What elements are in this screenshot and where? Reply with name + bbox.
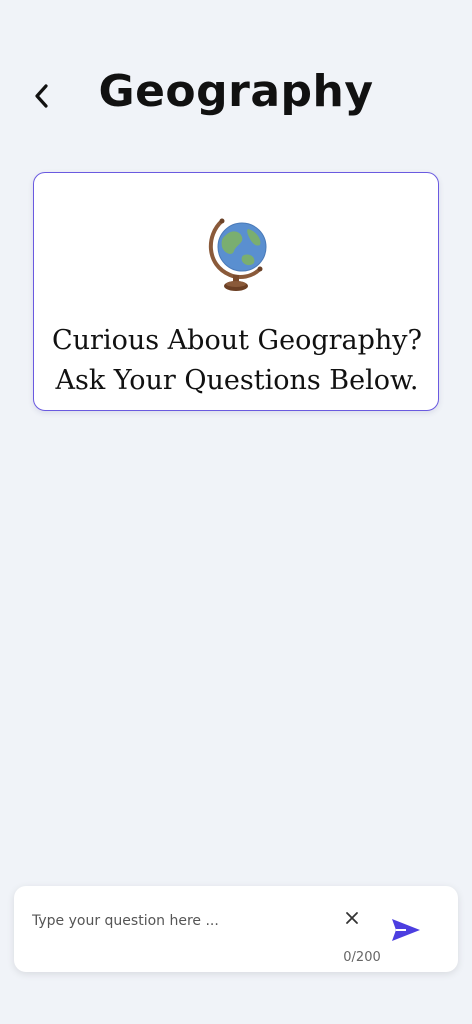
- question-composer: 0/200: [14, 886, 458, 972]
- question-input[interactable]: [32, 908, 332, 934]
- clear-button[interactable]: [340, 906, 364, 930]
- character-counter: 0/200: [343, 950, 381, 965]
- send-button[interactable]: [386, 912, 426, 948]
- intro-line-1: Curious About Geography?: [51, 325, 423, 356]
- page-title: Geography: [98, 66, 374, 117]
- screen: Geography Curious About Geography? Ask Y…: [0, 0, 472, 1024]
- intro-line-2: Ask Your Questions Below.: [55, 365, 419, 396]
- send-icon: [392, 919, 420, 941]
- close-icon: [346, 912, 358, 924]
- header: Geography: [0, 60, 472, 132]
- intro-card: Curious About Geography? Ask Your Questi…: [33, 172, 439, 411]
- globe-icon: [204, 213, 270, 295]
- intro-message: Curious About Geography? Ask Your Questi…: [34, 321, 440, 401]
